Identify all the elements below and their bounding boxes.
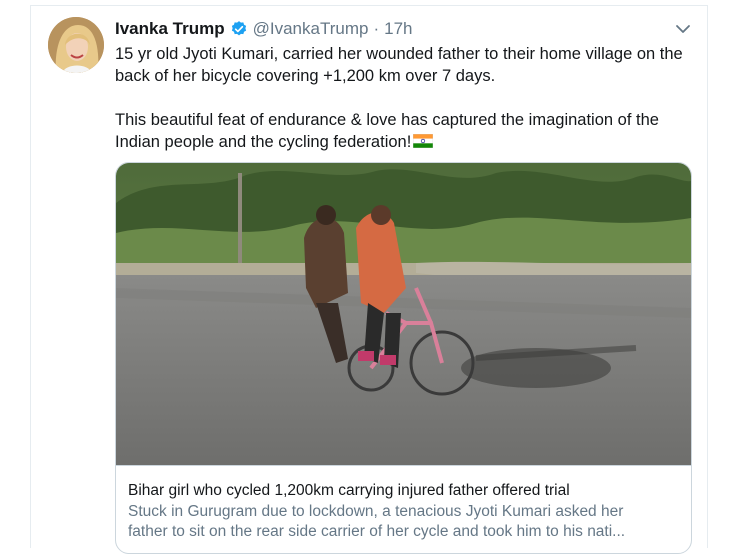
author-name[interactable]: Ivanka Trump [115, 18, 225, 40]
india-flag-icon [413, 134, 434, 148]
card-description-line-2: father to sit on the rear side carrier o… [128, 523, 626, 540]
header-separator: · [373, 19, 380, 38]
card-title: Bihar girl who cycled 1,200km carrying i… [128, 482, 570, 499]
card-text-area: Bihar girl who cycled 1,200km carrying i… [116, 465, 691, 542]
tweet-header: Ivanka Trump @IvankaTrump · 17h [115, 18, 413, 40]
tweet-text: 15 yr old Jyoti Kumari, carried her woun… [115, 43, 695, 153]
tweet-timestamp[interactable]: 17h [384, 18, 412, 40]
tweet-paragraph-2: This beautiful feat of endurance & love … [115, 111, 659, 151]
link-card[interactable]: Bihar girl who cycled 1,200km carrying i… [115, 162, 692, 554]
tweet-paragraph-1: 15 yr old Jyoti Kumari, carried her woun… [115, 45, 683, 85]
card-description: Stuck in Gurugram due to lockdown, a ten… [128, 502, 679, 542]
author-handle[interactable]: @IvankaTrump [253, 18, 369, 40]
card-image [116, 163, 691, 465]
chevron-down-icon[interactable] [674, 22, 692, 36]
avatar-photo [48, 17, 104, 73]
card-description-line-1: Stuck in Gurugram due to lockdown, a ten… [128, 503, 624, 520]
verified-badge-icon [231, 21, 246, 36]
author-avatar[interactable] [48, 17, 104, 73]
